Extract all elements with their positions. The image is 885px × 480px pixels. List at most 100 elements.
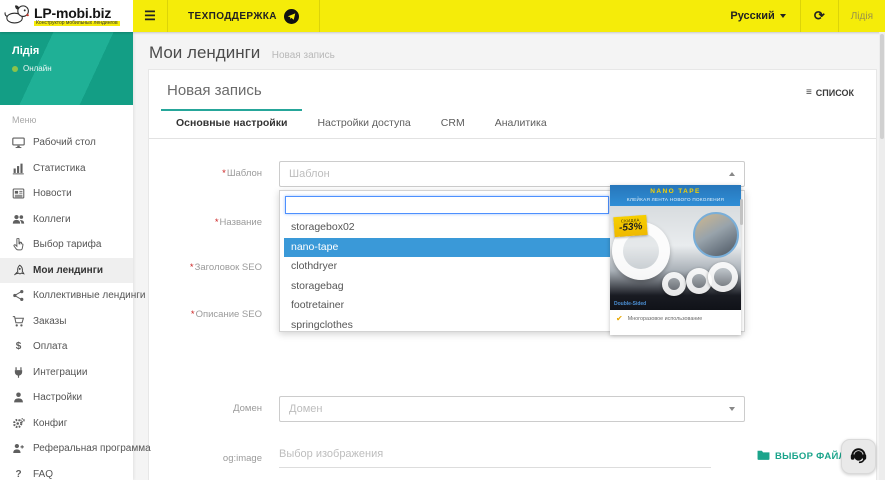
support-label: ТЕХПОДДЕРЖКА (188, 10, 277, 22)
main-content: Мои лендинги Новая запись Новая запись ≡… (133, 32, 885, 480)
domain-select-placeholder: Домен (289, 403, 323, 415)
language-dropdown[interactable]: Русский (716, 10, 799, 22)
option-footretainer[interactable]: footretainer (284, 296, 614, 316)
sidebar-item-tariff[interactable]: Выбор тарифа (0, 232, 133, 258)
landing-form: Шаблон Шаблон Название Заголовок SEO Опи… (149, 155, 876, 480)
preview-title: NANO TAPE (650, 188, 701, 195)
tabs-bar: Основные настройки Настройки доступа CRM… (149, 109, 876, 139)
brand-tagline: Конструктор мобильных лендингов (34, 20, 120, 27)
list-icon: ≡ (805, 87, 812, 98)
sidebar-item-label: Выбор тарифа (33, 239, 102, 251)
og-image-label: og:image (222, 453, 262, 464)
preview-watermark: Double-Sided (614, 301, 647, 307)
sidebar: Лідія Онлайн Меню Рабочий стол Статистик… (0, 32, 151, 480)
gear-icon (11, 417, 26, 430)
sidebar-item-colleagues[interactable]: Коллеги (0, 207, 133, 233)
sidebar-item-payment[interactable]: $ Оплата (0, 334, 133, 360)
preview-subtitle: КЛЕЙКАЯ ЛЕНТА НОВОГО ПОКОЛЕНИЯ (626, 197, 725, 202)
support-chat-button[interactable] (841, 439, 876, 474)
sidebar-toggle-button[interactable]: ☰ (133, 0, 167, 32)
card-title: Новая запись (167, 82, 262, 99)
og-image-input[interactable]: Выбор изображения (279, 446, 711, 468)
sidebar-item-orders[interactable]: Заказы (0, 309, 133, 335)
sidebar-item-label: Настройки (33, 392, 83, 404)
headset-icon (848, 444, 869, 470)
domain-label: Домен (233, 403, 262, 414)
template-label: Шаблон (149, 168, 279, 179)
online-status-label: Онлайн (23, 64, 52, 73)
preview-header: NANO TAPE КЛЕЙКАЯ ЛЕНТА НОВОГО ПОКОЛЕНИЯ (610, 185, 741, 206)
landings-icon (11, 264, 26, 277)
sidebar-item-statistics[interactable]: Статистика (0, 156, 133, 182)
brand-title: LP-mobi.biz (34, 4, 112, 21)
chevron-down-icon (779, 14, 786, 18)
colleagues-icon (11, 213, 26, 226)
topbar-username[interactable]: Лідія (839, 11, 885, 22)
page-scrollbar[interactable] (879, 32, 885, 480)
tab-access-settings[interactable]: Настройки доступа (302, 109, 425, 138)
tab-main-settings[interactable]: Основные настройки (161, 109, 303, 138)
refresh-icon: ⟳ (813, 8, 825, 23)
option-storagebox02[interactable]: storagebox02 (284, 218, 614, 238)
page-scrollbar-thumb[interactable] (880, 34, 884, 139)
og-image-placeholder: Выбор изображения (279, 448, 384, 460)
breadcrumb: Новая запись (271, 50, 335, 61)
share-icon (11, 289, 26, 302)
option-nano-tape[interactable]: nano-tape (284, 237, 614, 257)
sidebar-item-label: Новости (33, 188, 72, 200)
sidebar-item-news[interactable]: Новости (0, 181, 133, 207)
sidebar-item-integrations[interactable]: Интеграции (0, 360, 133, 386)
refresh-button[interactable]: ⟳ (801, 8, 838, 24)
choose-file-button[interactable]: ВЫБОР ФАЙЛА (757, 449, 853, 463)
page-header: Мои лендинги Новая запись (133, 32, 885, 69)
sidebar-item-referral[interactable]: Реферальная программа (0, 436, 151, 462)
check-icon: ✔ (616, 314, 623, 323)
sidebar-item-faq[interactable]: ? FAQ (0, 462, 133, 480)
discount-badge: СКИДКА -53% (613, 214, 649, 238)
sidebar-item-my-landings[interactable]: Мои лендинги (0, 257, 133, 283)
stats-icon (11, 162, 26, 175)
menu-section-label: Меню (12, 115, 37, 125)
seo-title-label: Заголовок SEO (149, 262, 279, 273)
topbar: LP-mobi.biz Конструктор мобильных лендин… (0, 0, 885, 32)
sidebar-item-label: Реферальная программа (33, 443, 151, 455)
sidebar-user-name: Лідія (12, 45, 40, 57)
chevron-down-icon (729, 407, 735, 411)
tape-roll-small (662, 272, 686, 296)
support-button[interactable]: ТЕХПОДДЕРЖКА (168, 8, 319, 24)
preview-product-image: СКИДКА -53% Double-Sided (610, 206, 741, 310)
new-record-card: Новая запись ≡ СПИСОК Основные настройки… (148, 69, 877, 480)
desktop-icon (11, 136, 26, 149)
sidebar-item-settings[interactable]: Настройки (0, 385, 133, 411)
list-button[interactable]: ≡ СПИСОК (798, 82, 862, 103)
tab-crm[interactable]: CRM (426, 109, 480, 138)
question-icon: ? (15, 468, 22, 480)
sidebar-item-config[interactable]: Конфиг (0, 411, 133, 437)
dropdown-scrollbar-thumb[interactable] (740, 199, 743, 225)
sidebar-item-label: Коллеги (33, 213, 71, 225)
logo[interactable]: LP-mobi.biz Конструктор мобильных лендин… (0, 0, 133, 32)
sidebar-item-label: Конфиг (33, 417, 68, 429)
language-label: Русский (730, 10, 775, 22)
template-select[interactable]: Шаблон (279, 161, 745, 187)
template-options-list: storagebox02 nano-tape clothdryer storag… (284, 218, 614, 335)
sidebar-item-collective-landings[interactable]: Коллективные лендинги (0, 283, 146, 309)
domain-select[interactable]: Домен (279, 396, 745, 422)
sidebar-item-desktop[interactable]: Рабочий стол (0, 130, 133, 156)
template-search-input[interactable] (285, 196, 609, 214)
option-clothdryer[interactable]: clothdryer (284, 257, 614, 277)
discount-value: -53% (618, 221, 643, 234)
dog-logo-icon (4, 3, 30, 30)
sidebar-item-label: Оплата (33, 341, 68, 353)
option-storagebag[interactable]: storagebag (284, 277, 614, 297)
news-icon (11, 187, 26, 200)
cart-icon (11, 315, 26, 328)
seo-description-label: Описание SEO (149, 309, 279, 320)
telegram-icon (283, 8, 299, 24)
sidebar-item-label: Заказы (33, 315, 67, 327)
option-springclothes[interactable]: springclothes (284, 316, 614, 336)
plug-icon (11, 366, 26, 379)
topbar-divider (318, 0, 320, 32)
topbar-yellow-strip: ☰ ТЕХПОДДЕРЖКА Русский ⟳ Лідія (133, 0, 885, 32)
tab-analytics[interactable]: Аналитика (480, 109, 562, 138)
